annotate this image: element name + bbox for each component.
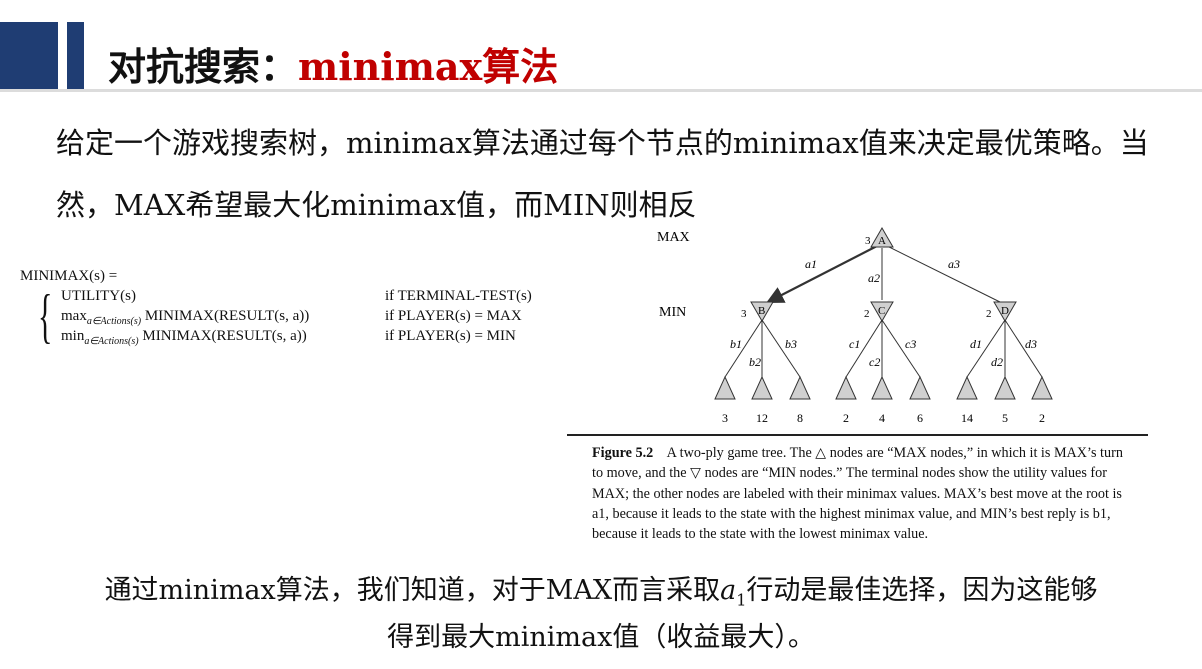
min-subtree-c: C 2 c1 c2 c3 2 4 6 bbox=[835, 301, 931, 425]
formula-case-expr: mina∈Actions(s) MINIMAX(RESULT(s, a)) bbox=[61, 326, 307, 352]
node-value-d: 2 bbox=[986, 308, 992, 320]
leaf-value: 5 bbox=[1002, 411, 1008, 425]
leaf-value: 8 bbox=[797, 411, 803, 425]
header-bar-small bbox=[67, 22, 84, 90]
formula-case-utility: UTILITY(s) if TERMINAL-TEST(s) bbox=[20, 286, 532, 306]
leaf-value: 4 bbox=[879, 411, 885, 425]
conclusion-var: a bbox=[720, 575, 737, 606]
leaf-node bbox=[789, 375, 811, 400]
formula-case-min: mina∈Actions(s) MINIMAX(RESULT(s, a)) if… bbox=[20, 326, 516, 347]
caption-rule bbox=[567, 434, 1148, 436]
edge-label-c3: c3 bbox=[905, 337, 916, 351]
leaf-node bbox=[835, 375, 857, 400]
minimax-formula: MINIMAX(s) = { UTILITY(s) if TERMINAL-TE… bbox=[20, 266, 532, 347]
edge-label-c2: c2 bbox=[869, 355, 880, 369]
edge-label-d1: d1 bbox=[970, 337, 982, 351]
caption-text: A two-ply game tree. The △ nodes are “MA… bbox=[592, 445, 1123, 543]
edge-label-c1: c1 bbox=[849, 337, 860, 351]
max-level-label: MAX bbox=[657, 230, 690, 245]
edge-label-b2: b2 bbox=[749, 355, 761, 369]
formula-case-max: maxa∈Actions(s) MINIMAX(RESULT(s, a)) if… bbox=[20, 306, 522, 327]
leaf-node bbox=[909, 375, 931, 400]
edge-label-b1: b1 bbox=[730, 337, 742, 351]
node-label-c: C bbox=[878, 305, 885, 317]
leaf-value: 6 bbox=[917, 411, 923, 425]
formula-case-cond: if TERMINAL-TEST(s) bbox=[385, 288, 532, 304]
formula-expr-tail: MINIMAX(RESULT(s, a)) bbox=[138, 328, 307, 344]
min-subtree-d: D 2 d1 d2 d3 14 5 2 bbox=[956, 301, 1053, 425]
conclusion-sub: 1 bbox=[736, 590, 747, 610]
formula-expr-head: max bbox=[61, 308, 87, 324]
formula-expr-head: min bbox=[61, 328, 85, 344]
leaf-value: 12 bbox=[756, 411, 768, 425]
leaf-node bbox=[1031, 375, 1053, 400]
conclusion-line-2: 得到最大minimax值（收益最大）。 bbox=[387, 622, 815, 654]
edge-label-d3: d3 bbox=[1025, 337, 1037, 351]
conclusion-line1-pre: 通过minimax算法，我们知道，对于MAX而言采取 bbox=[104, 575, 721, 606]
leaf-node bbox=[871, 375, 893, 400]
formula-lhs: MINIMAX(s) = bbox=[20, 266, 117, 286]
node-label-a: A bbox=[878, 235, 886, 247]
edge-label-a2: a2 bbox=[868, 271, 880, 285]
edge-label-a3: a3 bbox=[948, 257, 960, 271]
leaf-value: 2 bbox=[1039, 411, 1045, 425]
node-value-b: 3 bbox=[741, 308, 747, 320]
min-subtree-b: B 3 b1 b2 b3 3 12 8 bbox=[714, 301, 811, 425]
game-tree-diagram: MAX MIN a1 a2 a3 A 3 B 3 b1 b2 b3 3 12 8… bbox=[657, 227, 1053, 425]
caption-label: Figure 5.2 bbox=[592, 445, 654, 461]
edge-a3 bbox=[886, 245, 1001, 303]
conclusion-line1-post: 行动是最佳选择，因为这能够 bbox=[746, 575, 1098, 606]
formula-case-cond: if PLAYER(s) = MAX bbox=[385, 308, 522, 324]
figure-caption: Figure 5.2 A two-ply game tree. The △ no… bbox=[592, 443, 1132, 544]
leaf-value: 14 bbox=[961, 411, 973, 425]
formula-expr-tail: MINIMAX(RESULT(s, a)) bbox=[141, 308, 310, 324]
title-prefix: 对抗搜索： bbox=[108, 45, 299, 89]
leaf-node bbox=[714, 375, 736, 400]
leaf-node bbox=[994, 375, 1016, 400]
edge-label-b3: b3 bbox=[785, 337, 797, 351]
page-title: 对抗搜索：minimax算法 bbox=[108, 36, 558, 91]
node-value-c: 2 bbox=[864, 308, 870, 320]
node-label-d: D bbox=[1001, 305, 1009, 317]
intro-paragraph: 给定一个游戏搜索树，minimax算法通过每个节点的minimax值来决定最优策… bbox=[56, 126, 1149, 222]
conclusion-line-1: 通过minimax算法，我们知道，对于MAX而言采取a1行动是最佳选择，因为这能… bbox=[0, 572, 1202, 619]
edge-a1 bbox=[766, 245, 878, 304]
node-value-a: 3 bbox=[865, 235, 871, 247]
formula-case-expr: UTILITY(s) bbox=[61, 288, 136, 304]
leaf-node bbox=[956, 375, 978, 400]
node-label-b: B bbox=[758, 305, 765, 317]
edge-label-d2: d2 bbox=[991, 355, 1003, 369]
title-accent: minimax算法 bbox=[298, 44, 559, 89]
edge-label-a1: a1 bbox=[805, 257, 817, 271]
min-level-label: MIN bbox=[659, 305, 686, 320]
formula-lhs-text: MINIMAX(s) = bbox=[20, 268, 118, 284]
leaf-value: 3 bbox=[722, 411, 728, 425]
formula-expr-sub: a∈Actions(s) bbox=[84, 336, 139, 347]
leaf-node bbox=[751, 375, 773, 400]
header-bar-large bbox=[0, 22, 58, 90]
leaf-value: 2 bbox=[843, 411, 849, 425]
formula-case-cond: if PLAYER(s) = MIN bbox=[385, 328, 516, 344]
conclusion-paragraph: 通过minimax算法，我们知道，对于MAX而言采取a1行动是最佳选择，因为这能… bbox=[0, 572, 1202, 657]
